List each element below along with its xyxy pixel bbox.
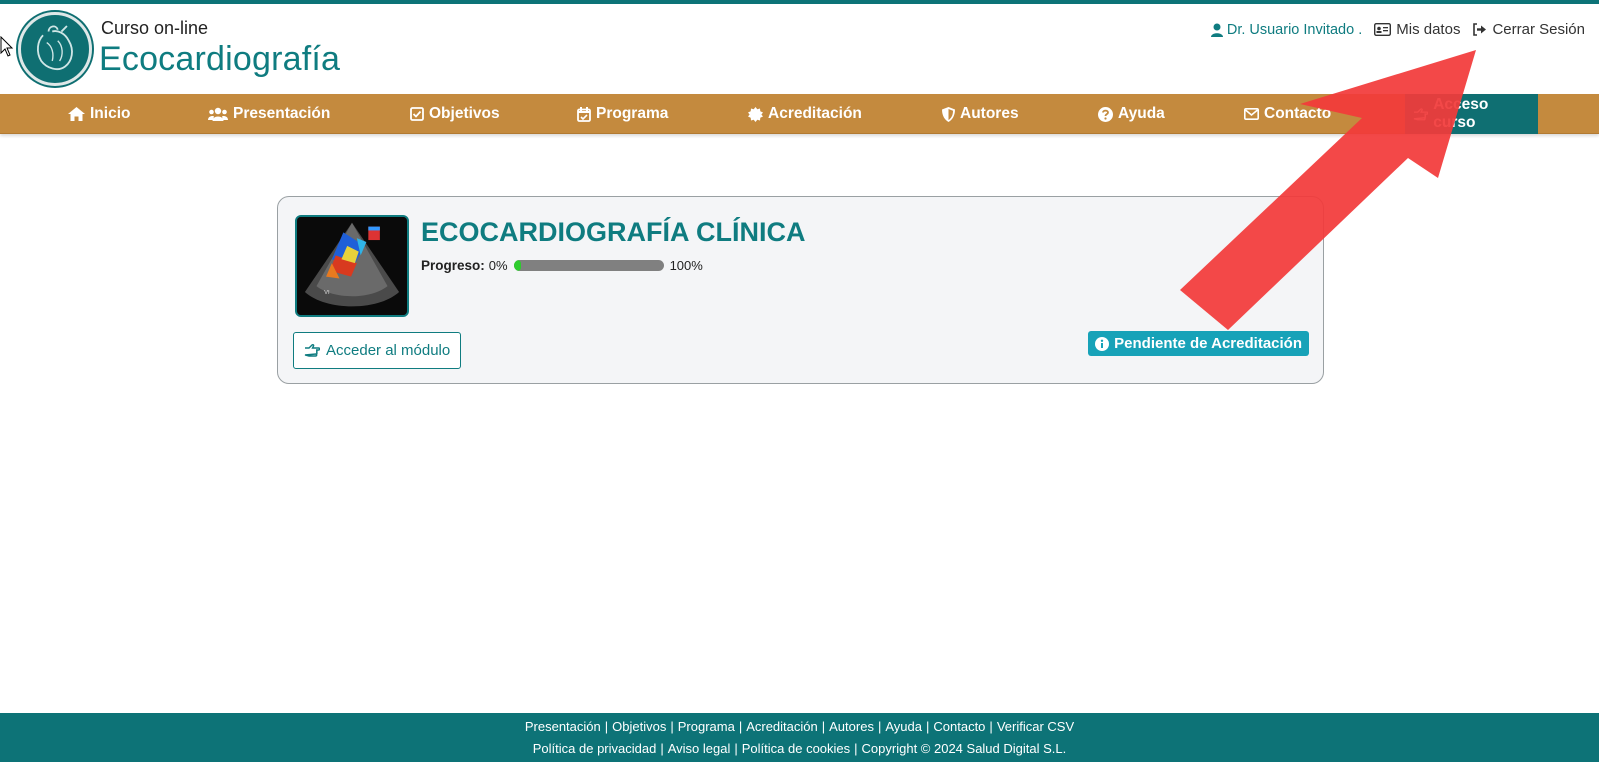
footer-separator: | bbox=[670, 719, 674, 734]
nav-item-ayuda[interactable]: Ayuda bbox=[1098, 94, 1165, 134]
nav-item-contacto[interactable]: Contacto bbox=[1244, 94, 1331, 134]
footer-link[interactable]: Ayuda bbox=[885, 719, 922, 734]
footer-separator: | bbox=[877, 719, 882, 734]
user-name-text: Dr. Usuario Invitado . bbox=[1226, 21, 1363, 38]
user-name: Dr. Usuario Invitado . bbox=[1210, 21, 1363, 38]
user-bar: Dr. Usuario Invitado . Mis datos Cerrar … bbox=[1210, 21, 1585, 38]
question-circle-icon bbox=[1098, 106, 1113, 122]
access-module-button[interactable]: Acceder al módulo bbox=[293, 332, 462, 369]
svg-text:VI: VI bbox=[324, 290, 330, 296]
footer-links-row-2: Política de privacidad | Aviso legal | Polít… bbox=[0, 741, 1599, 756]
shield-icon bbox=[942, 106, 955, 122]
footer-legal-link[interactable]: Política de cookies bbox=[742, 741, 850, 756]
footer-separator: | bbox=[925, 719, 930, 734]
brand-title[interactable]: Ecocardiografía bbox=[99, 40, 340, 79]
footer-legal-link[interactable]: Copyright © 2024 Salud Digital S.L. bbox=[862, 741, 1067, 756]
brand-subtitle: Curso on-line bbox=[101, 18, 209, 38]
footer-separator: | bbox=[821, 719, 826, 734]
footer-link[interactable]: Programa bbox=[678, 719, 735, 734]
access-module-label: Acceder al módulo bbox=[326, 342, 451, 359]
nav-item-presentacion[interactable]: Presentación bbox=[208, 94, 330, 134]
nav-label-ayuda: Ayuda bbox=[1118, 105, 1165, 122]
nav-label-programa: Programa bbox=[596, 105, 669, 122]
envelope-icon bbox=[1244, 108, 1259, 120]
nav-label-objetivos: Objetivos bbox=[429, 105, 500, 122]
status-badge: Pendiente de Acreditación bbox=[1088, 331, 1309, 356]
logout-link[interactable]: Cerrar Sesión bbox=[1472, 21, 1585, 38]
users-icon bbox=[208, 107, 228, 121]
nav-item-autores[interactable]: Autores bbox=[942, 94, 1019, 134]
footer-link[interactable]: Acreditación bbox=[746, 719, 818, 734]
footer-legal-link[interactable]: Aviso legal bbox=[668, 741, 731, 756]
main-nav: Inicio Presentación Objetivos Programa A… bbox=[0, 94, 1599, 134]
my-data-label: Mis datos bbox=[1396, 21, 1461, 38]
footer-link[interactable]: Objetivos bbox=[612, 719, 666, 734]
course-title[interactable]: ECOCARDIOGRAFÍA CLÍNICA bbox=[421, 217, 806, 248]
nav-item-acceso-curso[interactable]: Acceso curso bbox=[1405, 94, 1538, 134]
status-badge-label: Pendiente de Acreditación bbox=[1114, 335, 1302, 352]
footer-link[interactable]: Presentación bbox=[525, 719, 601, 734]
nav-item-inicio[interactable]: Inicio bbox=[68, 94, 130, 134]
nav-label-inicio: Inicio bbox=[90, 105, 131, 122]
footer-link[interactable]: Contacto bbox=[933, 719, 985, 734]
progress-min: 0% bbox=[488, 258, 508, 273]
heart-logo-icon[interactable] bbox=[18, 12, 92, 86]
hand-point-right-icon bbox=[1413, 107, 1429, 120]
info-circle-icon bbox=[1095, 336, 1110, 351]
nav-label-acreditacion: Acreditación bbox=[768, 105, 862, 122]
course-thumbnail: VI bbox=[295, 215, 409, 317]
nav-label-autores: Autores bbox=[960, 105, 1019, 122]
site-header: Curso on-line Ecocardiografía Dr. Usuari… bbox=[0, 4, 1599, 94]
logout-label: Cerrar Sesión bbox=[1492, 21, 1585, 38]
footer-link[interactable]: Autores bbox=[829, 719, 874, 734]
progress-label: Progreso: bbox=[421, 258, 485, 273]
check-square-icon bbox=[410, 107, 424, 121]
progress-bar bbox=[513, 260, 664, 271]
course-card: VI ECOCARDIOGRAFÍA CLÍNICA Progreso: 0% … bbox=[277, 196, 1324, 384]
hand-point-right-icon bbox=[304, 344, 320, 357]
nav-label-contacto: Contacto bbox=[1264, 105, 1332, 122]
footer-link[interactable]: Verificar CSV bbox=[997, 719, 1074, 734]
footer-separator: | bbox=[738, 719, 743, 734]
footer-separator: | bbox=[854, 741, 858, 756]
nav-label-presentacion: Presentación bbox=[233, 105, 331, 122]
calendar-check-icon bbox=[577, 106, 591, 122]
home-icon bbox=[68, 107, 85, 121]
footer-links-row-1: Presentación | Objetivos | Programa | Acredita… bbox=[0, 719, 1599, 734]
footer-separator: | bbox=[734, 741, 738, 756]
footer-separator: | bbox=[660, 741, 664, 756]
echo-doppler-image-icon: VI bbox=[297, 217, 407, 315]
progress-bar-fill bbox=[513, 260, 522, 271]
certificate-icon bbox=[748, 106, 763, 122]
my-data-link[interactable]: Mis datos bbox=[1374, 21, 1460, 38]
footer-separator: | bbox=[989, 719, 993, 734]
footer-legal-link[interactable]: Política de privacidad bbox=[533, 741, 657, 756]
progress-row: Progreso: 0% 100% bbox=[421, 258, 703, 273]
nav-item-objetivos[interactable]: Objetivos bbox=[410, 94, 500, 134]
footer-separator: | bbox=[604, 719, 609, 734]
nav-item-acreditacion[interactable]: Acreditación bbox=[748, 94, 862, 134]
site-footer: Presentación | Objetivos | Programa | Acredita… bbox=[0, 713, 1599, 762]
nav-item-programa[interactable]: Programa bbox=[577, 94, 668, 134]
progress-max: 100% bbox=[669, 258, 703, 273]
id-card-icon bbox=[1374, 23, 1392, 36]
nav-label-acceso-curso: Acceso curso bbox=[1433, 96, 1489, 131]
sign-out-icon bbox=[1473, 23, 1487, 36]
user-icon bbox=[1210, 23, 1223, 37]
